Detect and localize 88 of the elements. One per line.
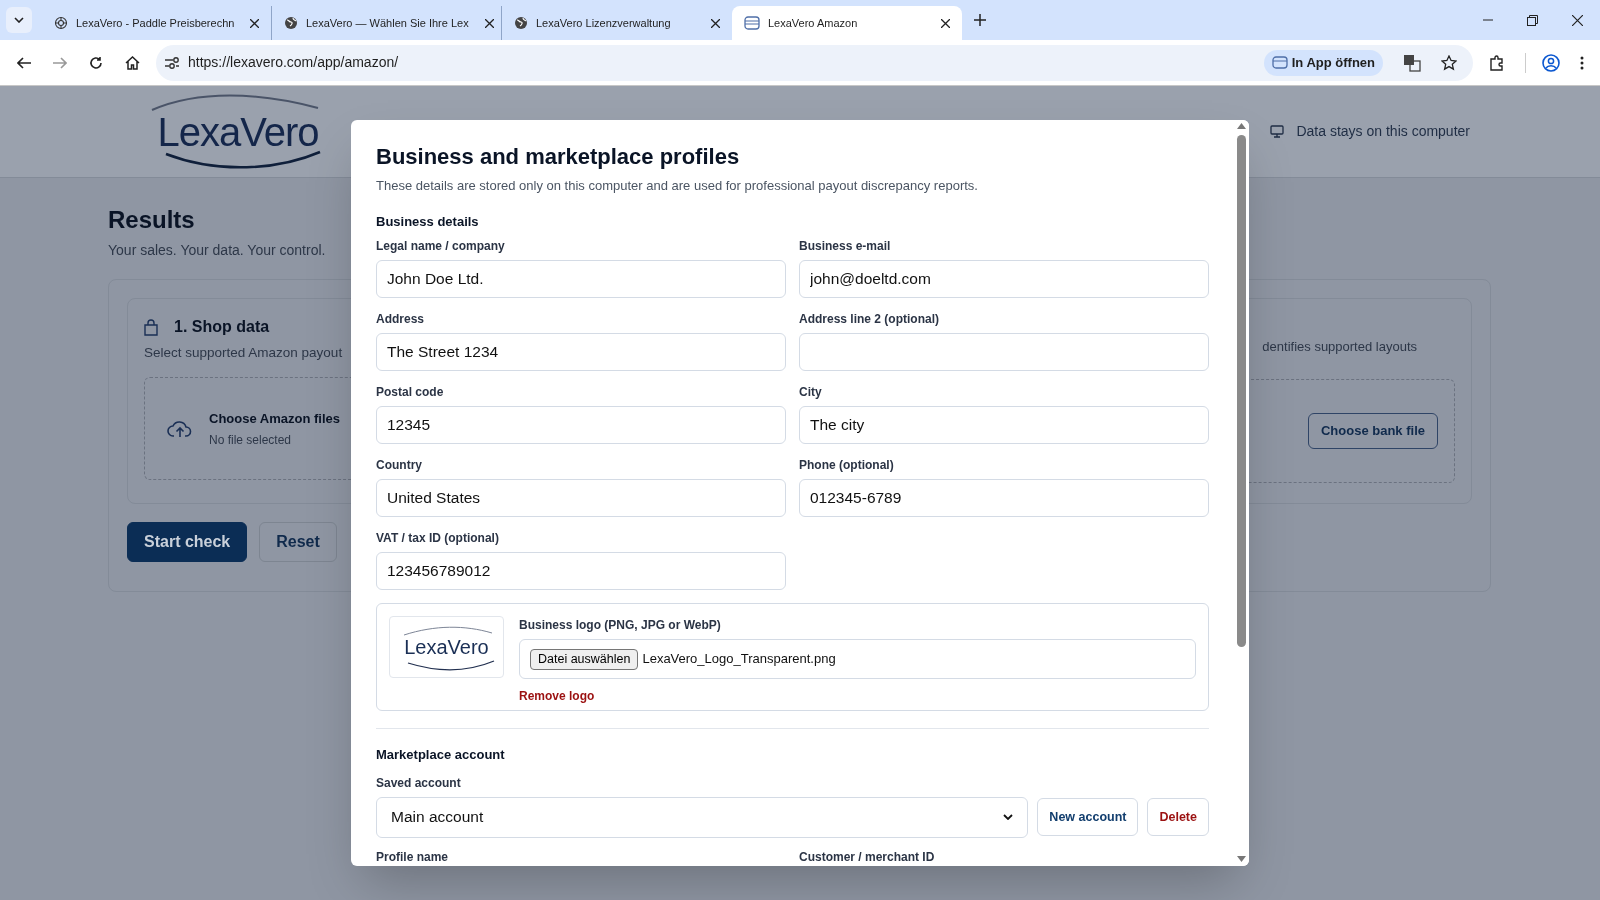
shopping-bag-icon bbox=[144, 318, 158, 336]
window-icon bbox=[1271, 56, 1288, 69]
minimize-icon bbox=[1482, 19, 1493, 21]
text-field[interactable]: United States bbox=[376, 479, 786, 517]
site-settings-icon bbox=[164, 55, 180, 70]
reset-button[interactable]: Reset bbox=[259, 522, 337, 562]
url-text: https://lexavero.com/app/amazon/ bbox=[188, 53, 400, 72]
text-field[interactable]: 123456789012 bbox=[376, 552, 786, 590]
page-tagline: Your sales. Your data. Your control. bbox=[108, 241, 326, 260]
field-label: VAT / tax ID (optional) bbox=[376, 530, 500, 547]
plus-icon bbox=[974, 14, 986, 26]
cloud-upload-icon bbox=[167, 418, 193, 439]
file-name: LexaVero_Logo_Transparent.png bbox=[642, 650, 836, 669]
scrollbar-thumb[interactable] bbox=[1237, 135, 1246, 647]
text-field[interactable]: The Street 1234 bbox=[376, 333, 786, 371]
chevron-down-icon bbox=[14, 17, 24, 23]
translate-icon[interactable] bbox=[1403, 53, 1421, 72]
window-icon bbox=[744, 16, 760, 30]
text-field[interactable]: john@doeltd.com bbox=[799, 260, 1209, 298]
scroll-up-icon[interactable] bbox=[1237, 123, 1246, 129]
text-field[interactable]: 012345-6789 bbox=[799, 479, 1209, 517]
field-label: Country bbox=[376, 457, 423, 474]
tab-title: LexaVero - Paddle Preisberechn bbox=[76, 15, 235, 31]
dialog-description: These details are stored only on this computer and are used for professional payout discrepancy reports. bbox=[376, 177, 979, 195]
field-label: Business logo (PNG, JPG or WebP) bbox=[519, 617, 722, 634]
open-in-app-button[interactable]: In App öffnen bbox=[1263, 49, 1383, 76]
forward-arrow-icon bbox=[53, 56, 67, 69]
logo: LexaVero bbox=[148, 91, 328, 172]
scrollbar[interactable] bbox=[1234, 120, 1249, 866]
field-label: Address line 2 (optional) bbox=[799, 311, 940, 328]
tab-title: LexaVero — Wählen Sie Ihre Lex bbox=[306, 15, 469, 31]
scroll-down-icon[interactable] bbox=[1237, 856, 1246, 862]
field-label: Legal name / company bbox=[376, 238, 506, 255]
section-heading: Marketplace account bbox=[376, 746, 506, 764]
text-field[interactable]: John Doe Ltd. bbox=[376, 260, 786, 298]
field-label: Profile name bbox=[376, 848, 450, 866]
close-icon[interactable] bbox=[250, 18, 260, 28]
upload-title: Choose Amazon files bbox=[209, 410, 340, 428]
card-title: 1. Shop data bbox=[174, 317, 270, 337]
field-label: Saved account bbox=[376, 774, 462, 792]
restore-icon bbox=[1527, 14, 1538, 26]
field-label: Postal code bbox=[376, 384, 445, 401]
tab-title: LexaVero Lizenzverwaltung bbox=[536, 15, 671, 31]
globe-icon bbox=[514, 16, 528, 30]
field-label: City bbox=[799, 384, 823, 401]
choose-bank-file-button[interactable]: Choose bank file bbox=[1307, 412, 1438, 449]
remove-logo-link[interactable]: Remove logo bbox=[519, 687, 595, 705]
start-check-button[interactable]: Start check bbox=[127, 522, 248, 562]
close-icon bbox=[1572, 14, 1583, 26]
upload-status: No file selected bbox=[209, 431, 293, 449]
home-icon bbox=[124, 55, 140, 70]
field-label: Business e-mail bbox=[799, 238, 892, 255]
card-subtitle: Select supported Amazon payout bbox=[144, 344, 343, 362]
logo-preview: LexaVero bbox=[389, 616, 504, 678]
choose-file-button[interactable]: Datei auswählen bbox=[530, 648, 639, 670]
field-label: Address bbox=[376, 311, 426, 328]
globe-icon bbox=[284, 16, 298, 30]
page-heading: Results bbox=[108, 205, 195, 235]
delete-button[interactable]: Delete bbox=[1147, 798, 1209, 836]
monitor-icon bbox=[1270, 125, 1285, 138]
close-icon[interactable] bbox=[711, 18, 720, 28]
dialog-title: Business and marketplace profiles bbox=[376, 143, 741, 171]
field-label: Phone (optional) bbox=[799, 457, 895, 474]
card-subtitle: dentifies supported layouts bbox=[1262, 338, 1417, 356]
star-icon[interactable] bbox=[1441, 54, 1457, 71]
file-field[interactable]: Datei auswählen LexaVero_Logo_Transparent.png bbox=[519, 639, 1196, 679]
browser-tab[interactable]: LexaVero Lizenzverwaltung bbox=[502, 6, 732, 40]
browser-tab[interactable]: LexaVero Amazon bbox=[732, 6, 962, 40]
tab-title: LexaVero Amazon bbox=[768, 15, 858, 31]
extensions-icon[interactable] bbox=[1489, 54, 1505, 71]
close-icon[interactable] bbox=[941, 18, 950, 28]
text-field[interactable]: The city bbox=[799, 406, 1209, 444]
privacy-note: Data stays on this computer bbox=[1296, 122, 1470, 141]
address-bar[interactable]: https://lexavero.com/app/amazon/ In App öffnen bbox=[156, 44, 1473, 81]
field-label: Customer / merchant ID bbox=[799, 848, 936, 866]
text-field[interactable]: 12345 bbox=[376, 406, 786, 444]
profile-icon[interactable] bbox=[1542, 53, 1560, 72]
section-heading: Business details bbox=[376, 212, 480, 231]
reload-icon bbox=[89, 55, 103, 70]
new-account-button[interactable]: New account bbox=[1037, 798, 1139, 836]
menu-icon[interactable] bbox=[1580, 55, 1584, 70]
account-select[interactable]: Main account bbox=[376, 796, 1029, 838]
close-icon[interactable] bbox=[484, 18, 494, 28]
back-arrow-icon bbox=[17, 56, 31, 69]
chevron-down-icon bbox=[1003, 814, 1014, 820]
tab-list-button[interactable] bbox=[6, 7, 32, 33]
knot-icon bbox=[54, 16, 68, 30]
text-field[interactable] bbox=[799, 333, 1209, 371]
